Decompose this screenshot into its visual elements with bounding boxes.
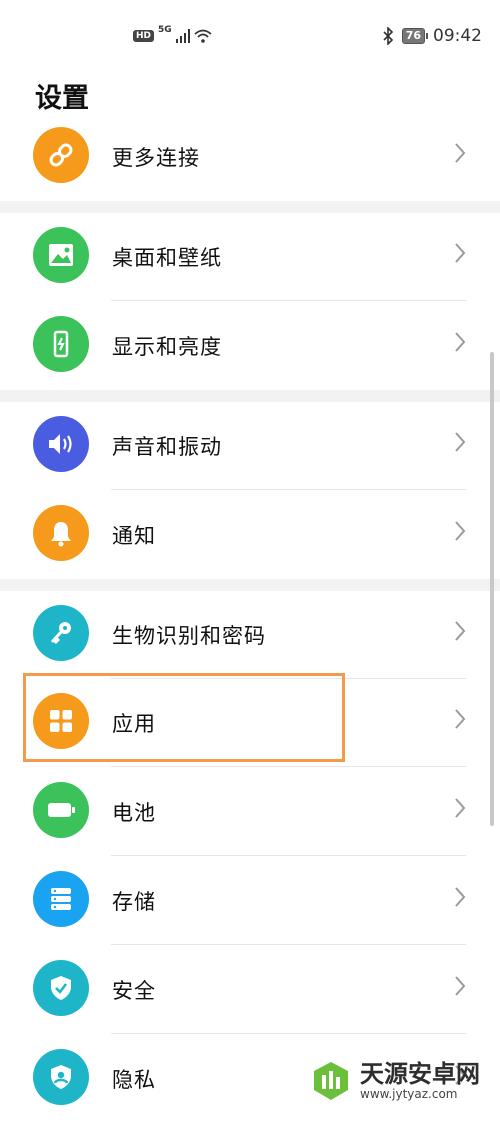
chevron-right-icon — [455, 798, 466, 818]
highlight-box — [23, 673, 345, 762]
settings-item-battery[interactable]: 电池 — [0, 768, 500, 856]
settings-item-label: 隐私 — [112, 1068, 156, 1092]
settings-item-label: 通知 — [112, 524, 156, 548]
settings-item-sound[interactable]: 声音和振动 — [0, 402, 500, 490]
storage-icon — [33, 871, 89, 927]
settings-item-label: 安全 — [112, 979, 156, 1003]
settings-item-label: 更多连接 — [112, 146, 200, 170]
settings-item-storage[interactable]: 存储 — [0, 857, 500, 945]
watermark: 天源安卓网 www.jytyaz.com — [308, 1055, 498, 1107]
link-icon — [33, 127, 89, 183]
settings-item-label: 桌面和壁纸 — [112, 246, 222, 270]
watermark-text: 天源安卓网 www.jytyaz.com — [360, 1061, 480, 1101]
settings-item-more-connections[interactable]: 更多连接 — [0, 113, 500, 201]
watermark-logo-icon — [314, 1062, 348, 1100]
chevron-right-icon — [455, 243, 466, 263]
chevron-right-icon — [455, 976, 466, 996]
divider — [111, 300, 466, 301]
page-title: 设置 — [35, 83, 89, 114]
network-type: 5G — [158, 25, 172, 35]
settings-item-label: 存储 — [112, 890, 156, 914]
hd-badge: HD — [133, 30, 155, 42]
battery-icon — [33, 782, 89, 838]
status-bar: HD 5G 76 09:42 — [0, 0, 500, 72]
chevron-right-icon — [455, 621, 466, 641]
watermark-title: 天源安卓网 — [360, 1060, 480, 1088]
shield-check-icon — [33, 960, 89, 1016]
bluetooth-icon — [383, 27, 393, 45]
settings-item-biometrics[interactable]: 生物识别和密码 — [0, 591, 500, 679]
settings-item-label: 显示和亮度 — [112, 335, 222, 359]
settings-item-security[interactable]: 安全 — [0, 946, 500, 1034]
divider — [111, 855, 466, 856]
speaker-icon — [33, 416, 89, 472]
chevron-right-icon — [455, 887, 466, 907]
signal-icon — [175, 29, 190, 43]
clock: 09:42 — [433, 26, 482, 46]
chevron-right-icon — [455, 521, 466, 541]
divider — [111, 944, 466, 945]
wifi-icon — [194, 29, 212, 43]
scrollbar[interactable] — [490, 352, 494, 826]
section-gap — [0, 201, 500, 213]
phone-brightness-icon — [33, 316, 89, 372]
status-right: 76 09:42 — [382, 24, 482, 48]
status-left: HD 5G — [133, 25, 212, 46]
divider — [111, 766, 466, 767]
chevron-right-icon — [455, 432, 466, 452]
settings-item-label: 电池 — [112, 801, 156, 825]
settings-item-wallpaper[interactable]: 桌面和壁纸 — [0, 213, 500, 301]
settings-item-label: 声音和振动 — [112, 435, 222, 459]
watermark-url: www.jytyaz.com — [360, 1087, 458, 1101]
settings-item-label: 生物识别和密码 — [112, 624, 266, 648]
chevron-right-icon — [455, 143, 466, 163]
key-icon — [33, 605, 89, 661]
divider — [111, 489, 466, 490]
privacy-icon — [33, 1049, 89, 1105]
settings-item-display[interactable]: 显示和亮度 — [0, 302, 500, 390]
bell-icon — [33, 505, 89, 561]
chevron-right-icon — [455, 332, 466, 352]
battery-indicator: 76 — [401, 28, 429, 44]
divider — [111, 1033, 466, 1034]
image-icon — [33, 227, 89, 283]
chevron-right-icon — [455, 709, 466, 729]
section-gap — [0, 579, 500, 591]
section-gap — [0, 390, 500, 402]
settings-item-notifications[interactable]: 通知 — [0, 491, 500, 579]
